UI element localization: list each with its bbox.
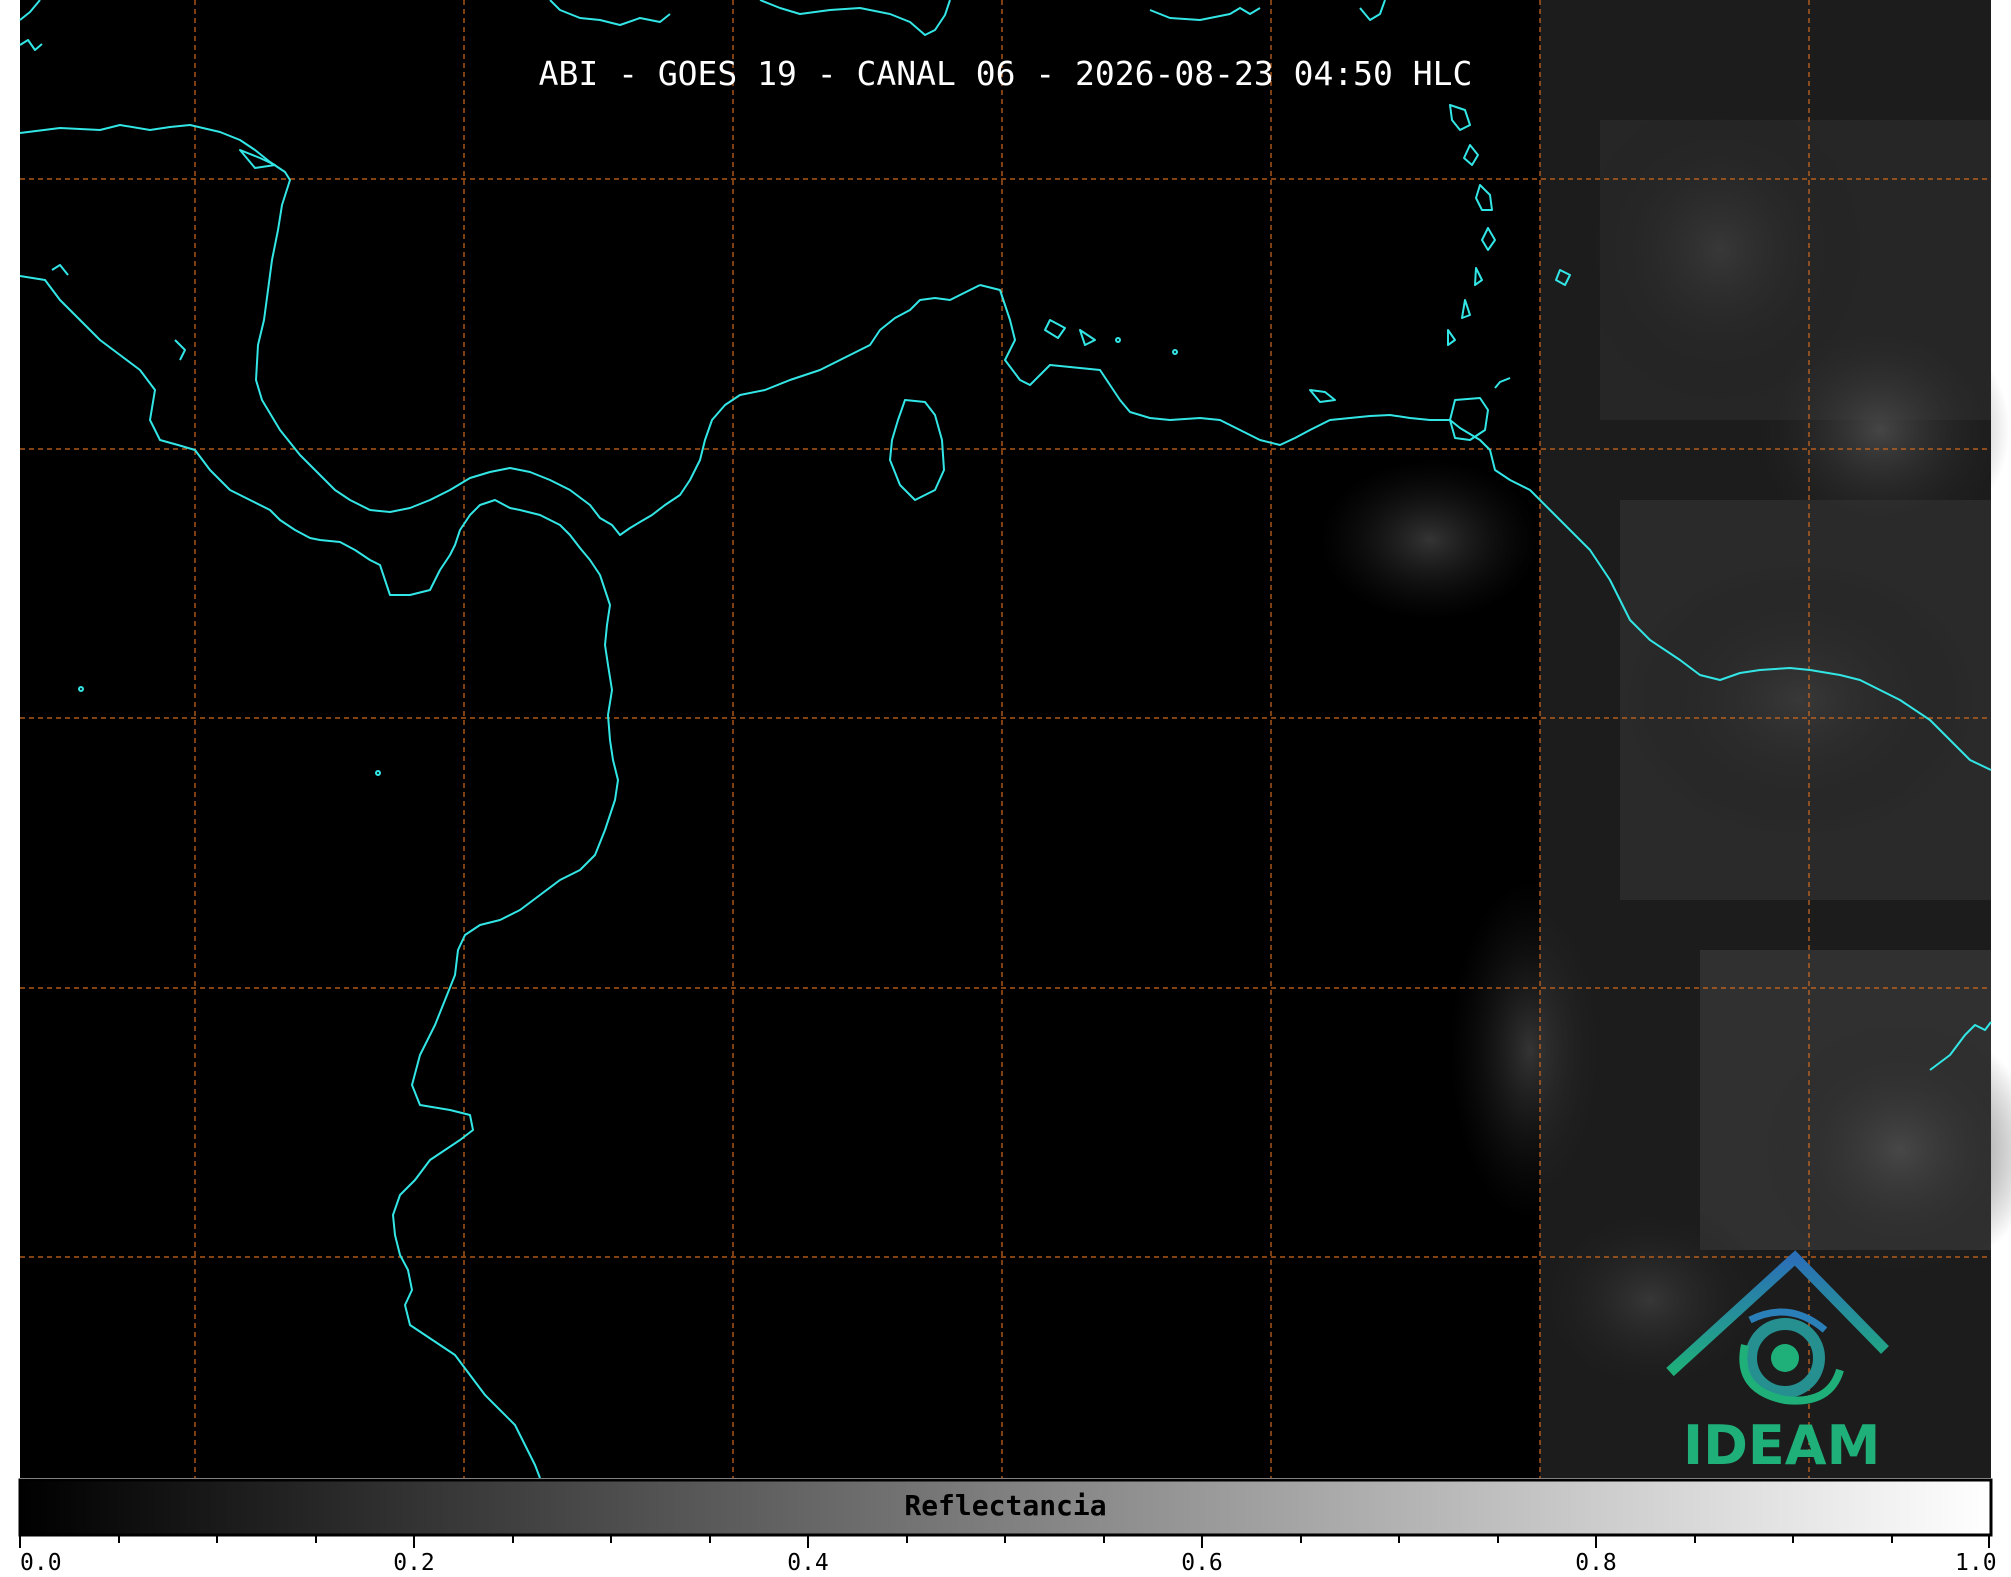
colorbar-tick-label: 0.2 xyxy=(393,1550,435,1576)
colorbar-ticks xyxy=(19,1535,1990,1548)
colorbar-label: Reflectancia xyxy=(904,1489,1107,1522)
colorbar-tick-label: 0.0 xyxy=(20,1550,62,1576)
map-title: ABI - GOES 19 - CANAL 06 - 2026-08-23 04… xyxy=(538,54,1473,93)
ideam-logo-text: IDEAM xyxy=(1683,1414,1881,1477)
colorbar-tick-label: 1.0 xyxy=(1955,1550,1997,1576)
colorbar-tick-label: 0.4 xyxy=(787,1550,829,1576)
satellite-map xyxy=(18,0,2011,1548)
colorbar-tick-label: 0.8 xyxy=(1575,1550,1617,1576)
colorbar-tick-label: 0.6 xyxy=(1181,1550,1223,1576)
